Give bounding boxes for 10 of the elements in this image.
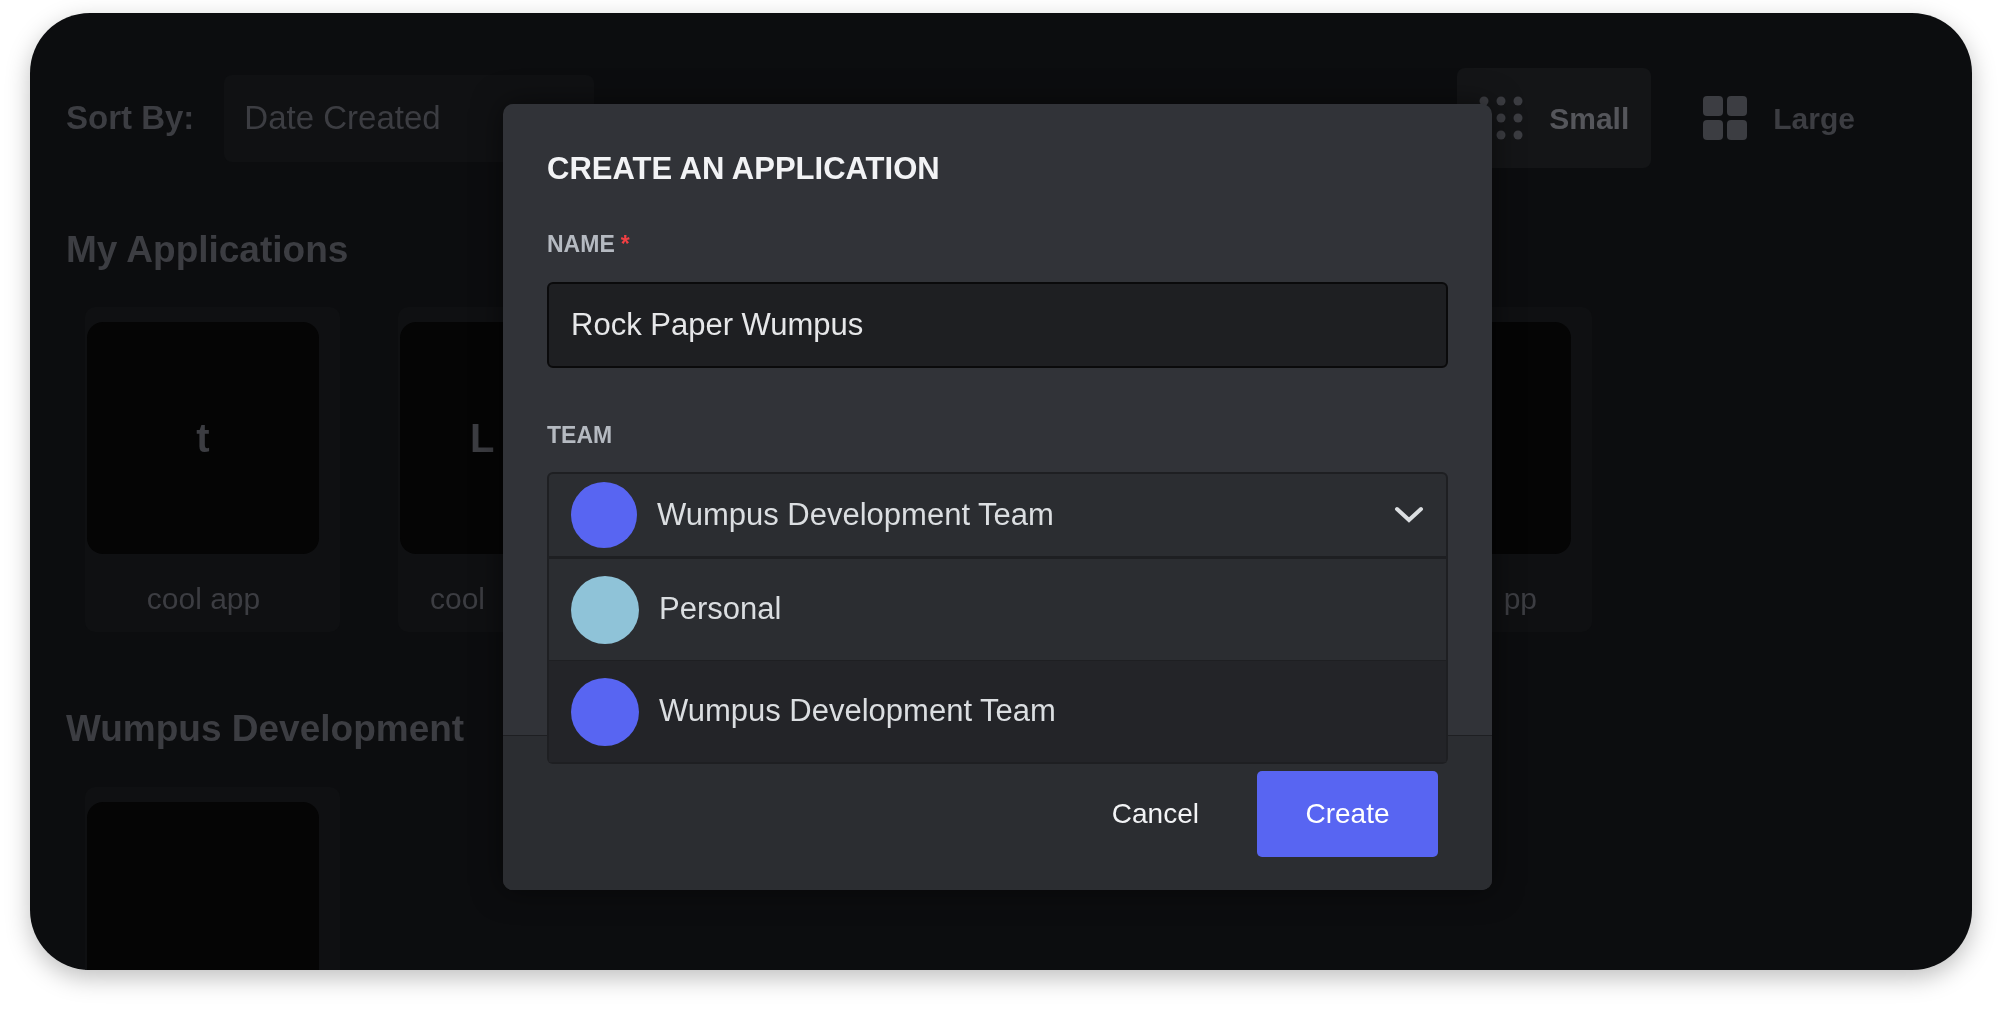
field-label: NAME xyxy=(547,231,615,258)
required-asterisk: * xyxy=(620,231,630,258)
create-button[interactable]: Create xyxy=(1257,771,1438,858)
tile-grid-icon xyxy=(1703,96,1748,140)
cancel-button[interactable]: Cancel xyxy=(1101,793,1209,836)
app-icon: t xyxy=(87,322,319,555)
field-label: TEAM xyxy=(547,421,613,448)
dropdown-option[interactable]: Wumpus Development Team xyxy=(549,660,1446,763)
team-select[interactable]: Wumpus Development Team xyxy=(547,472,1448,559)
name-input[interactable]: Rock Paper Wumpus xyxy=(547,281,1448,368)
